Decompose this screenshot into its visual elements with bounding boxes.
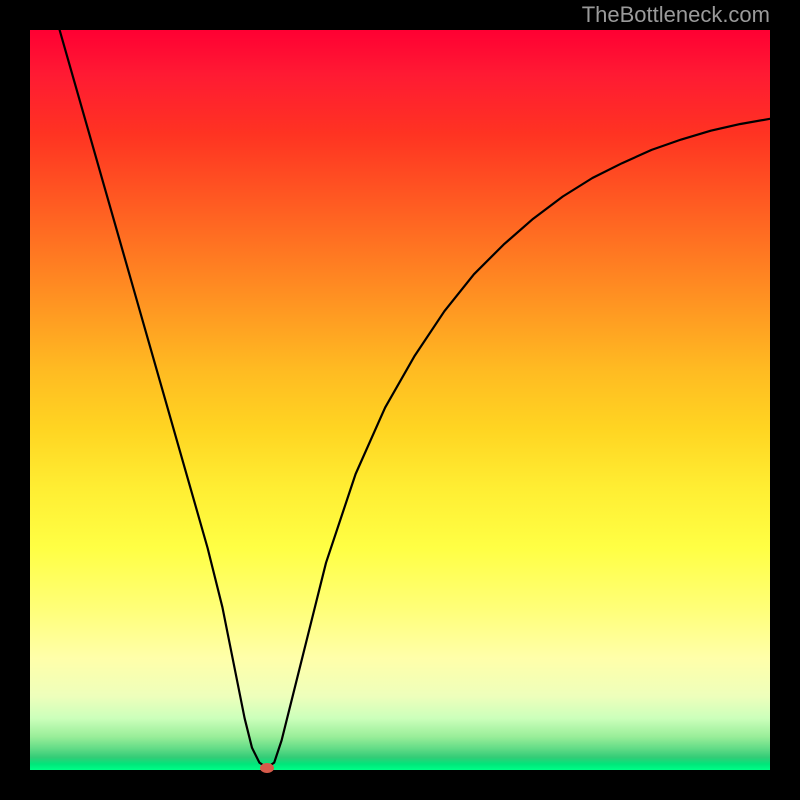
watermark-text: TheBottleneck.com	[582, 2, 770, 28]
chart-plot-area	[30, 30, 770, 770]
bottleneck-curve	[30, 30, 770, 770]
optimal-point-marker	[260, 763, 274, 773]
